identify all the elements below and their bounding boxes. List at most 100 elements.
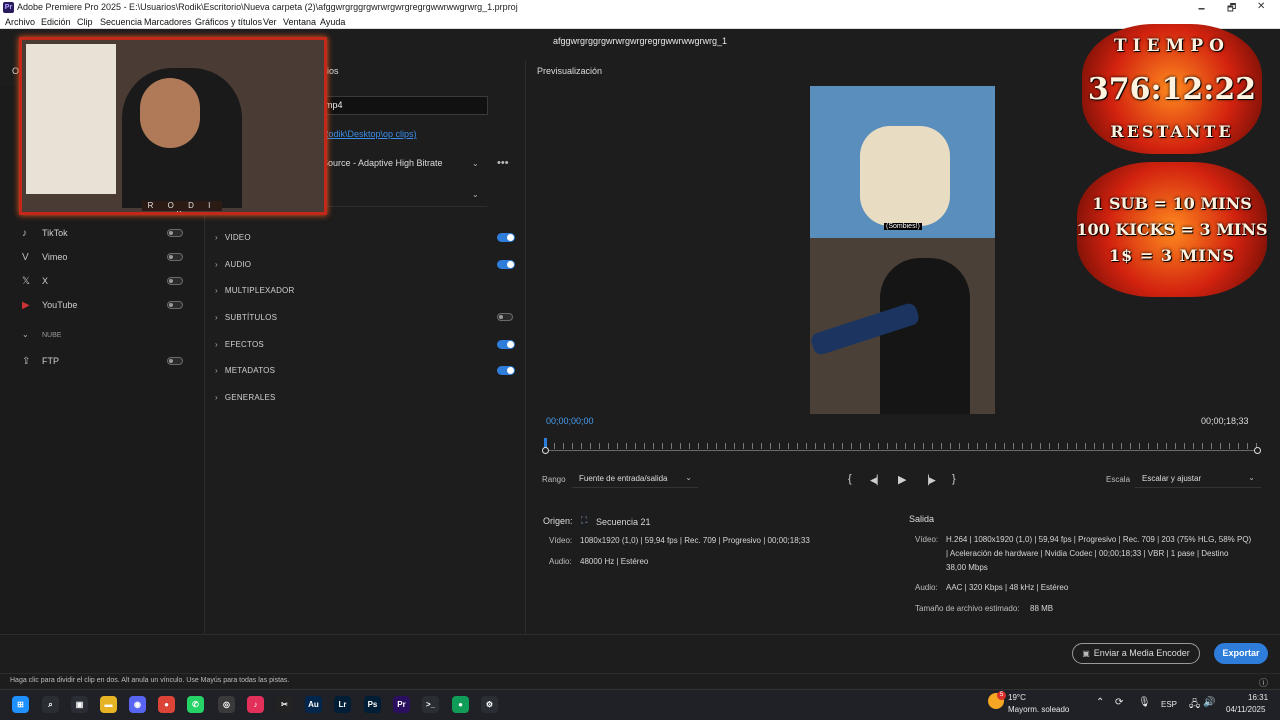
menu-clip[interactable]: Clip [77,17,93,27]
menu-secuencia[interactable]: Secuencia [100,17,142,27]
chevron-right-icon: › [215,286,218,295]
step-forward-button[interactable]: ▕▶ [922,475,936,486]
preset-value: Source - Adaptive High Bitrate [322,158,443,168]
destination-vimeo[interactable]: V Vimeo [22,252,67,263]
menu-archivo[interactable]: Archivo [5,17,35,27]
effects-toggle[interactable] [497,340,515,349]
section-label: AUDIO [224,260,252,269]
vimeo-toggle[interactable] [167,253,183,261]
photoshop-icon[interactable]: Ps [364,696,381,713]
lightroom-icon[interactable]: Lr [334,696,351,713]
webcam-name-banner: R O D I K [142,201,222,212]
section-general[interactable]: › GENERALES [215,393,276,402]
mark-in-button[interactable]: { [848,473,852,485]
more-options-icon[interactable]: ••• [497,157,509,169]
settings-icon[interactable]: ⚙ [481,696,498,713]
discord-icon[interactable]: ◉ [129,696,146,713]
chrome-icon[interactable]: ● [158,696,175,713]
tiktok-icon[interactable]: ♪ [247,696,264,713]
timecode-start[interactable]: 00;00;00;00 [546,416,594,426]
premiere-icon[interactable]: Pr [393,696,410,713]
output-video-line2: | Aceleración de hardware | Nvidia Codec… [946,549,1229,558]
windows-start-icon[interactable]: ⊞ [12,696,29,713]
audition-icon[interactable]: Au [305,696,322,713]
in-point-handle[interactable] [542,447,549,454]
destination-x[interactable]: 𝕏X [22,276,48,287]
chevron-up-icon[interactable]: ⌃ [1096,697,1104,708]
output-video-line1: H.264 | 1080x1920 (1,0) | 59,94 fps | Pr… [946,535,1252,544]
network-icon[interactable]: 🖧 [1189,697,1200,714]
menu-marcadores[interactable]: Marcadores [144,17,192,27]
step-back-button[interactable]: ◀▏ [870,475,884,486]
whatsapp-icon[interactable]: ✆ [187,696,204,713]
chevron-down-icon: ⌄ [22,330,29,339]
chrome-2-icon[interactable]: ● [452,696,469,713]
format-dropdown[interactable]: ⌄ [322,187,487,207]
stream-timer-overlay: TIEMPO 376:12:22 RESTANTE 1 SUB = 10 MIN… [1072,22,1272,302]
filename-input[interactable]: mp4 [320,96,488,115]
destination-youtube[interactable]: ▶ YouTube [22,300,77,311]
capcut-icon[interactable]: ✂ [276,696,293,713]
ftp-toggle[interactable] [167,357,183,365]
overlay-rule-dollar: 1$ = 3 MINS [1109,246,1235,265]
section-audio[interactable]: › AUDIO [215,260,251,269]
task-view-icon[interactable]: ▣ [71,696,88,713]
export-button[interactable]: Exportar [1214,643,1268,664]
destination-ftp[interactable]: ⇪ FTP [22,356,59,367]
mark-out-button[interactable]: } [952,473,956,485]
file-explorer-icon[interactable]: ▬ [100,696,117,713]
subtitles-toggle[interactable] [497,313,513,321]
x-toggle[interactable] [167,277,183,285]
language-indicator[interactable]: ESP [1161,700,1177,709]
search-icon[interactable]: ⌕ [42,696,59,713]
audio-toggle[interactable] [497,260,515,269]
clock-time[interactable]: 16:31 [1248,693,1268,702]
section-multiplexer[interactable]: › MULTIPLEXADOR [215,286,294,295]
video-toggle[interactable] [497,233,515,242]
destination-label: FTP [42,356,59,366]
section-effects[interactable]: › EFECTOS [215,340,264,349]
menu-ventana[interactable]: Ventana [283,17,316,27]
info-icon[interactable]: ⓘ [1259,676,1268,689]
section-subtitles[interactable]: › SUBTÍTULOS [215,313,277,322]
close-icon[interactable]: ✕ [1257,1,1265,12]
weather-desc: Mayorm. soleado [1008,705,1070,714]
chevron-right-icon: › [215,340,218,349]
source-video-value: 1080x1920 (1,0) | 59,94 fps | Rec. 709 |… [580,536,810,545]
youtube-toggle[interactable] [167,301,183,309]
location-link[interactable]: Rodik\Desktop\op clips) [322,129,417,139]
out-point-handle[interactable] [1254,447,1261,454]
obs-icon[interactable]: ◎ [218,696,235,713]
menu-ayuda[interactable]: Ayuda [320,17,345,27]
section-video[interactable]: › VIDEO [215,233,251,242]
preset-dropdown[interactable]: Source - Adaptive High Bitrate ⌄ [322,158,487,168]
range-dropdown[interactable]: Fuente de entrada/salida ⌄ [572,470,698,488]
volume-icon[interactable]: 🔊 [1203,697,1215,708]
microphone-icon[interactable]: 🎙 [1138,697,1151,708]
tab-fragment[interactable]: O [12,66,19,76]
source-audio-value: 48000 Hz | Estéreo [580,557,649,566]
terminal-icon[interactable]: >_ [422,696,439,713]
preview-anime-frame: (Sombies!) [810,86,995,238]
clock-date[interactable]: 04/11/2025 [1226,705,1265,714]
scale-label: Escala [1106,475,1131,484]
metadata-toggle[interactable] [497,366,515,375]
send-to-media-encoder-button[interactable]: ▣ Enviar a Media Encoder [1072,643,1200,664]
menu-edicion[interactable]: Edición [41,17,71,27]
window-title: Adobe Premiere Pro 2025 - E:\Usuarios\Ro… [17,2,518,12]
destination-label: X [42,276,49,286]
chevron-right-icon: › [215,260,218,269]
play-button[interactable]: ▶ [898,473,906,486]
menu-graficos[interactable]: Gráficos y títulos [195,17,262,27]
chevron-down-icon: ⌄ [472,159,479,168]
scale-dropdown[interactable]: Escalar y ajustar ⌄ [1135,470,1261,488]
preview-frame: (Sombies!) [810,86,995,414]
sync-icon[interactable]: ⟳ [1115,697,1123,708]
menu-ver[interactable]: Ver [263,17,277,27]
status-bar: Haga clic para dividir el clip en dos. A… [0,673,1280,689]
section-metadata[interactable]: › METADATOS [215,366,275,375]
destination-tiktok[interactable]: ♪ TikTok [22,228,68,239]
cloud-section-header[interactable]: ⌄ NUBE [22,330,61,339]
timeline-scrubber[interactable] [542,438,1261,454]
tiktok-toggle[interactable] [167,229,183,237]
